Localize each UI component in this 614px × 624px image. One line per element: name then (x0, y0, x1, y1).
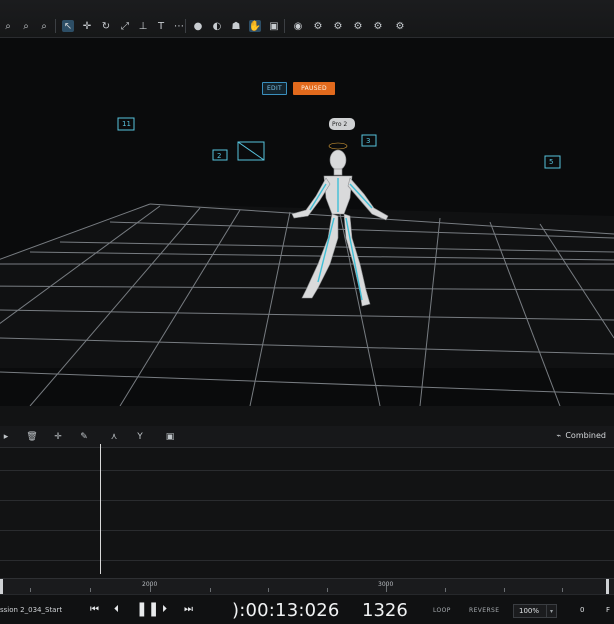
loop-button[interactable]: LOOP (433, 607, 451, 614)
marker-icon[interactable]: ● (192, 20, 204, 32)
3d-viewport[interactable]: EDIT PAUSED Pro 2 11 2 3 5 (0, 38, 614, 406)
frame-counter[interactable]: 1326 (362, 600, 408, 621)
pencil-icon[interactable]: ✎ (78, 431, 90, 443)
filter-icon[interactable]: Y (134, 431, 146, 443)
rig-icon[interactable]: ◐ (211, 20, 223, 32)
select-icon[interactable]: ↖ (62, 20, 74, 32)
zoom-region-icon[interactable]: ⌕ (20, 20, 32, 32)
playhead[interactable] (100, 444, 101, 574)
timeline-panel: ▸ 🗑 ✛ ✎ ⋏ Y ▣ ⌁ Combined (0, 406, 614, 578)
ruler-tick (327, 588, 328, 592)
playback-speed-select[interactable]: 100% ▾ (513, 604, 557, 618)
marker-label: 11 (122, 120, 131, 128)
trash-icon[interactable]: 🗑 (26, 431, 38, 443)
track-line (0, 470, 614, 471)
session-name[interactable]: ssion 2_034_Start (0, 606, 62, 614)
ruler-tick (504, 588, 505, 592)
frame-suffix-label: F (606, 606, 611, 614)
ruler-tick (445, 588, 446, 592)
toolbar-divider (284, 19, 285, 33)
reverse-button[interactable]: REVERSE (469, 607, 499, 614)
scale-icon[interactable]: ⤢ (119, 20, 131, 32)
timeline-ruler[interactable]: 2000 3000 (0, 578, 614, 594)
skip-to-start-button[interactable]: ⏮ (90, 604, 99, 615)
marker-label: 2 (217, 152, 222, 160)
playback-speed-value: 100% (519, 607, 540, 615)
pose-icon[interactable]: ⚙ (372, 20, 384, 32)
ruler-tick (90, 588, 91, 592)
chevron-down-icon: ▾ (546, 605, 556, 617)
ruler-tick (562, 588, 563, 592)
skeleton-icon[interactable]: ☗ (230, 20, 242, 32)
ruler-tick (30, 588, 31, 592)
marker-label: 5 (549, 158, 554, 166)
frame-icon[interactable]: ▣ (268, 20, 280, 32)
ruler-tick (268, 588, 269, 592)
timeline-toolbar: ▸ 🗑 ✛ ✎ ⋏ Y ▣ ⌁ Combined (0, 426, 614, 448)
ground-grid (0, 203, 614, 406)
ruler-label: 2000 (142, 581, 158, 588)
bone-icon[interactable]: ⊥ (137, 20, 149, 32)
layer-icon[interactable]: ⚙ (352, 20, 364, 32)
step-back-button[interactable]: ⏴ (114, 604, 119, 615)
range-start-handle[interactable] (0, 579, 3, 594)
split-icon[interactable]: ⋏ (108, 431, 120, 443)
range-end-handle[interactable] (606, 579, 609, 594)
track-line (0, 530, 614, 531)
track-line (0, 500, 614, 501)
paused-status-badge[interactable]: PAUSED (293, 82, 335, 95)
frame-offset-field[interactable]: 0 (580, 606, 584, 614)
track-line (0, 560, 614, 561)
frame-select-icon[interactable]: ▣ (164, 431, 176, 443)
main-toolbar: ⌕ ⌕ ⌕ ↖ ✛ ↻ ⤢ ⊥ T ⋯ ● ◐ ☗ ✋ ▣ ◉ ⚙ ⚙ ⚙ ⚙ … (0, 0, 614, 38)
timecode-display[interactable]: ):00:13:026 (232, 600, 340, 621)
skip-to-end-button[interactable]: ⏭ (184, 604, 193, 615)
toolbar-divider (185, 19, 186, 33)
marker-list-icon[interactable]: ⋯ (173, 20, 185, 32)
add-key-icon[interactable]: ▸ (0, 431, 12, 443)
camera-icon[interactable]: ⚙ (312, 20, 324, 32)
ruler-tick (210, 588, 211, 592)
ruler-label: 3000 (378, 581, 394, 588)
step-forward-button[interactable]: ⏵ (162, 604, 167, 615)
toolbar-divider (55, 19, 56, 33)
transport-bar: ssion 2_034_Start ⏮ ⏴ ❚❚ ⏵ ⏭ ):00:13:026… (0, 594, 614, 624)
settings-icon[interactable]: ⚙ (394, 20, 406, 32)
zoom-out-icon[interactable]: ⌕ (38, 20, 50, 32)
move-icon[interactable]: ✛ (81, 20, 93, 32)
rotate-icon[interactable]: ↻ (100, 20, 112, 32)
combined-label: Combined (565, 431, 606, 440)
text-icon[interactable]: T (155, 20, 167, 32)
marker-label: 3 (366, 137, 371, 145)
graph-icon: ⌁ (556, 431, 562, 440)
zoom-fit-icon[interactable]: ⌕ (2, 20, 14, 32)
actor-badge-label: Pro 2 (332, 121, 348, 128)
combined-view-toggle[interactable]: ⌁ Combined (557, 431, 606, 440)
edit-mode-button[interactable]: EDIT (262, 82, 287, 95)
eye-icon[interactable]: ◉ (292, 20, 304, 32)
rig-solve-icon[interactable]: ⚙ (332, 20, 344, 32)
move-key-icon[interactable]: ✛ (52, 431, 64, 443)
cursor-icon[interactable]: ✋ (249, 20, 261, 32)
pause-button[interactable]: ❚❚ (136, 601, 159, 617)
